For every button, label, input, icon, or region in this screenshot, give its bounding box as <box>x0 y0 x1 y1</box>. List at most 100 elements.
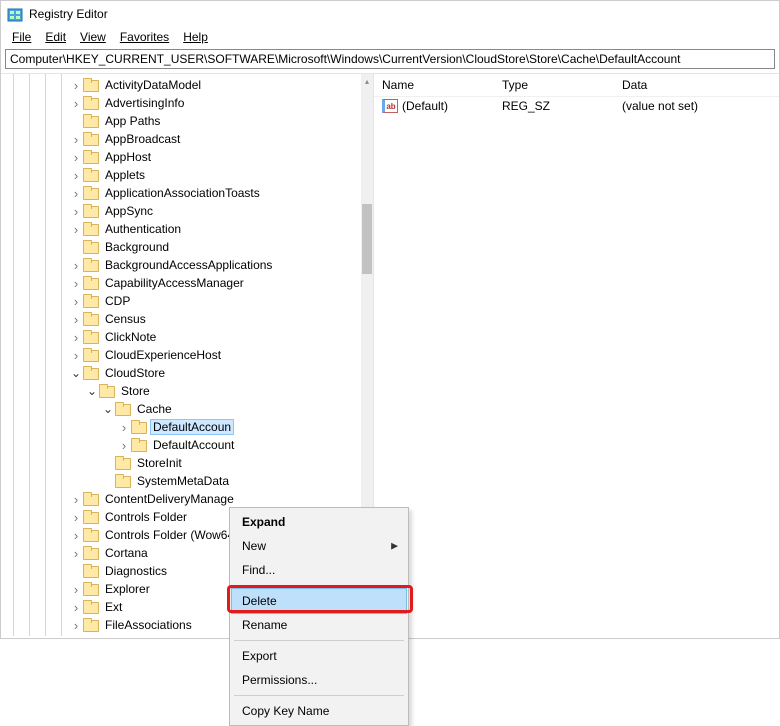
address-bar-wrap <box>1 47 779 73</box>
tree-item[interactable]: ›CDP <box>1 292 361 310</box>
ctx-export[interactable]: Export <box>232 644 406 668</box>
tree-item[interactable]: ›ActivityDataModel <box>1 76 361 94</box>
value-row-default[interactable]: ab (Default) REG_SZ (value not set) <box>374 97 779 115</box>
tree-item-label: CloudExperienceHost <box>103 348 223 362</box>
tree-item[interactable]: SystemMetaData <box>1 472 361 490</box>
expand-icon[interactable]: › <box>69 96 83 111</box>
tree-item-label: Controls Folder <box>103 510 189 524</box>
ctx-permissions[interactable]: Permissions... <box>232 668 406 692</box>
tree-item[interactable]: ›Authentication <box>1 220 361 238</box>
expand-icon[interactable]: › <box>69 582 83 597</box>
tree-item[interactable]: › CloudExperienceHost <box>1 346 361 364</box>
expand-icon[interactable]: › <box>69 186 83 201</box>
col-type[interactable]: Type <box>502 78 622 92</box>
tree-item[interactable]: › AdvertisingInfo <box>1 94 361 112</box>
folder-icon <box>115 402 131 416</box>
expand-icon[interactable]: › <box>69 600 83 615</box>
folder-icon <box>83 258 99 272</box>
folder-icon <box>115 456 131 470</box>
folder-icon <box>115 474 131 488</box>
tree-item[interactable]: › Census <box>1 310 361 328</box>
values-header[interactable]: Name Type Data <box>374 74 779 97</box>
ctx-rename[interactable]: Rename <box>232 613 406 637</box>
expand-icon[interactable]: › <box>69 348 83 363</box>
menu-edit[interactable]: Edit <box>38 29 73 45</box>
expand-icon[interactable]: › <box>69 132 83 147</box>
folder-icon <box>83 132 99 146</box>
scroll-thumb[interactable] <box>362 204 372 274</box>
tree-item-label: SystemMetaData <box>135 474 231 488</box>
expand-icon[interactable]: › <box>69 168 83 183</box>
tree-item[interactable]: ›ApplicationAssociationToasts <box>1 184 361 202</box>
tree-item-label: FileAssociations <box>103 618 194 632</box>
tree-item[interactable]: ›AppBroadcast <box>1 130 361 148</box>
tree-item-label: Explorer <box>103 582 152 596</box>
expand-icon[interactable]: › <box>117 420 131 435</box>
menu-file[interactable]: File <box>5 29 38 45</box>
tree-item[interactable]: › BackgroundAccessApplications <box>1 256 361 274</box>
tree-item-label: Background <box>103 240 171 254</box>
tree-item-label: DefaultAccoun <box>151 420 233 434</box>
expand-icon[interactable]: › <box>69 510 83 525</box>
collapse-icon[interactable]: ⌄ <box>101 402 115 416</box>
tree-item[interactable]: ›ContentDeliveryManage <box>1 490 361 508</box>
expand-icon[interactable]: › <box>69 78 83 93</box>
collapse-icon[interactable]: ⌄ <box>85 384 99 398</box>
folder-icon <box>83 186 99 200</box>
ctx-new[interactable]: New ▶ <box>232 534 406 558</box>
tree-item[interactable]: Background <box>1 238 361 256</box>
ctx-delete[interactable]: Delete <box>232 589 406 613</box>
submenu-arrow-icon: ▶ <box>391 541 398 552</box>
folder-icon <box>83 294 99 308</box>
expand-icon[interactable]: › <box>69 330 83 345</box>
expand-icon[interactable]: › <box>69 312 83 327</box>
folder-icon <box>83 546 99 560</box>
expand-icon[interactable]: › <box>69 204 83 219</box>
tree-item[interactable]: ⌄Store <box>1 382 361 400</box>
folder-icon <box>83 168 99 182</box>
tree-item[interactable]: App Paths <box>1 112 361 130</box>
expand-icon[interactable]: › <box>69 150 83 165</box>
expand-icon[interactable]: › <box>69 294 83 309</box>
expand-icon[interactable]: › <box>69 258 83 273</box>
tree-item-label: BackgroundAccessApplications <box>103 258 274 272</box>
tree-item[interactable]: ›DefaultAccount <box>1 436 361 454</box>
tree-item[interactable]: › Applets <box>1 166 361 184</box>
expand-icon[interactable]: › <box>69 276 83 291</box>
address-bar[interactable] <box>5 49 775 69</box>
tree-item[interactable]: ›CapabilityAccessManager <box>1 274 361 292</box>
col-data[interactable]: Data <box>622 78 771 92</box>
tree-item-label: CloudStore <box>103 366 167 380</box>
menu-favorites[interactable]: Favorites <box>113 29 176 45</box>
expand-icon[interactable]: › <box>69 636 83 637</box>
ctx-copykey[interactable]: Copy Key Name <box>232 699 406 723</box>
scroll-up-icon[interactable]: ▴ <box>361 74 373 88</box>
tree-item-label: Controls Folder (Wow64 <box>103 528 236 542</box>
tree-item-label: Census <box>103 312 148 326</box>
expand-icon[interactable]: › <box>69 618 83 633</box>
ctx-find[interactable]: Find... <box>232 558 406 582</box>
tree-item[interactable]: ⌄Cache <box>1 400 361 418</box>
expand-icon[interactable]: › <box>69 492 83 507</box>
tree-item[interactable]: ›AppHost <box>1 148 361 166</box>
tree-item-label: AdvertisingInfo <box>103 96 186 110</box>
ctx-expand[interactable]: Expand <box>232 510 406 534</box>
expand-icon[interactable]: › <box>117 438 131 453</box>
window-title: Registry Editor <box>29 7 108 21</box>
values-pane: Name Type Data ab (Default) REG_SZ (valu… <box>374 74 779 636</box>
menu-help[interactable]: Help <box>176 29 215 45</box>
expand-icon[interactable]: › <box>69 546 83 561</box>
tree-item-label: Applets <box>103 168 147 182</box>
col-name[interactable]: Name <box>382 78 502 92</box>
collapse-icon[interactable]: ⌄ <box>69 366 83 380</box>
tree-item[interactable]: ⌄ CloudStore <box>1 364 361 382</box>
tree-item[interactable]: StoreInit <box>1 454 361 472</box>
menu-view[interactable]: View <box>73 29 113 45</box>
tree-item[interactable]: ›ClickNote <box>1 328 361 346</box>
tree-item[interactable]: ›AppSync <box>1 202 361 220</box>
expand-icon[interactable]: › <box>69 222 83 237</box>
expand-icon[interactable]: › <box>69 528 83 543</box>
folder-icon <box>83 312 99 326</box>
tree-item[interactable]: › DefaultAccoun <box>1 418 361 436</box>
ctx-sep-1 <box>234 585 404 586</box>
